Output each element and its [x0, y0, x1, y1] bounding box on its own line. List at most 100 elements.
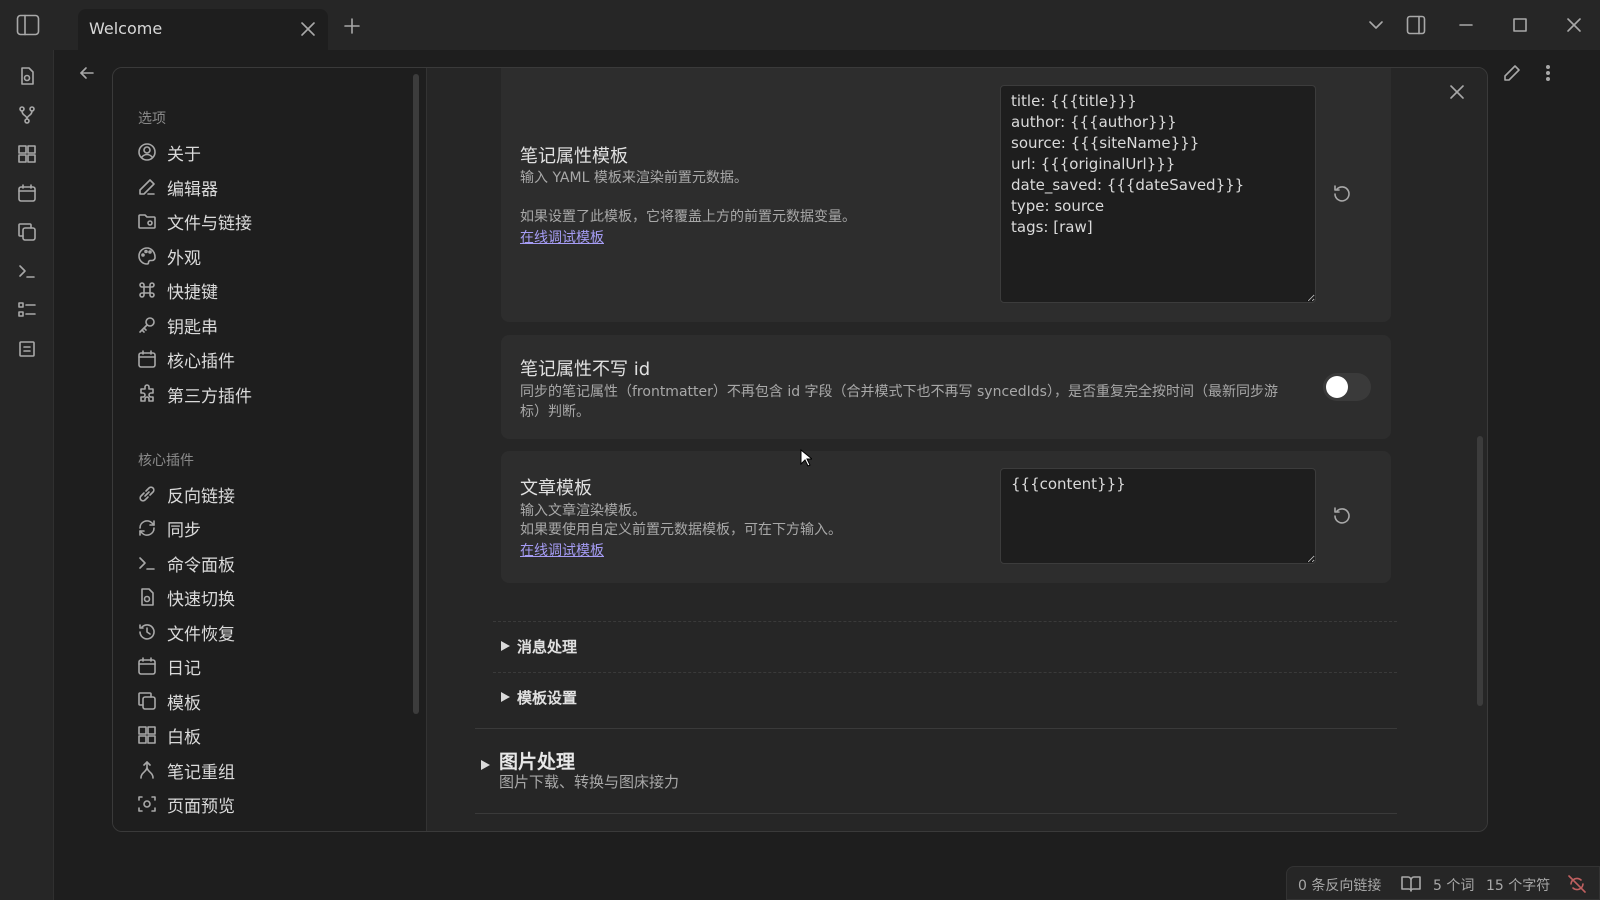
section-image-processing[interactable]: 图片处理 图片下载、转换与图床接力	[475, 728, 1397, 814]
link-icon	[139, 486, 155, 502]
nav-item-keychain[interactable]: 钥匙串	[133, 309, 403, 341]
window-close-icon[interactable]	[1564, 15, 1584, 35]
reset-icon[interactable]	[1331, 505, 1353, 527]
folder-icon	[138, 214, 156, 229]
user-circle-icon	[138, 143, 156, 161]
section-label: 模板设置	[517, 689, 578, 707]
nav-item-label: 文件恢复	[167, 624, 235, 645]
divider	[475, 813, 1397, 814]
sync-icon	[139, 520, 155, 536]
caret-right-icon	[501, 641, 510, 651]
setting-title: 笔记属性模板	[520, 146, 628, 167]
caret-right-icon	[481, 760, 490, 770]
more-options-icon[interactable]	[1538, 63, 1558, 83]
nav-item-file-recovery[interactable]: 文件恢复	[133, 616, 403, 648]
tab-welcome[interactable]: Welcome	[78, 9, 328, 50]
nav-item-canvas[interactable]: 白板	[133, 719, 403, 751]
nav-item-command-palette[interactable]: 命令面板	[133, 547, 403, 579]
status-bar: 0 条反向链接 5 个词 15 个字符	[1286, 866, 1600, 900]
nav-item-label: 命令面板	[167, 555, 235, 576]
setting-description-override: 如果设置了此模板，它将覆盖上方的前置元数据变量。	[520, 209, 856, 225]
history-icon	[139, 624, 155, 640]
nav-item-sync[interactable]: 同步	[133, 512, 403, 544]
nav-item-appearance[interactable]: 外观	[133, 240, 403, 272]
puzzle-icon	[140, 384, 154, 402]
article-template-textarea[interactable]	[1000, 468, 1316, 564]
backlinks-count[interactable]: 0 条反向链接	[1298, 875, 1381, 895]
debug-template-link[interactable]: 在线调试模板	[520, 540, 604, 560]
char-count: 15 个字符	[1486, 878, 1551, 894]
nav-item-label: 快速切换	[167, 589, 235, 610]
plugin-icon[interactable]	[17, 339, 37, 359]
nav-item-label: 反向链接	[167, 486, 235, 507]
daily-note-calendar-icon[interactable]	[17, 183, 37, 203]
section-label: 消息处理	[517, 638, 578, 656]
settings-nav: 选项 关于 编辑器 文件与链接 外观 快捷键 钥匙串 核心插件 第三方插件 核心…	[113, 68, 427, 831]
nav-item-hotkeys[interactable]: 快捷键	[133, 274, 403, 306]
nav-item-files-links[interactable]: 文件与链接	[133, 205, 403, 237]
nav-item-core-plugins[interactable]: 核心插件	[133, 343, 403, 375]
nav-item-page-preview[interactable]: 页面预览	[133, 788, 403, 820]
copy-icon	[138, 692, 156, 710]
nav-item-label: 外观	[167, 248, 201, 269]
setting-description-custom: 如果要使用自定义前置元数据模板，可在下方输入。	[520, 522, 842, 538]
setting-description: 输入文章渲染模板。	[520, 503, 646, 519]
content-scrollbar[interactable]	[1477, 436, 1483, 706]
section-title: 图片处理	[499, 751, 576, 773]
setting-article-template: 文章模板 输入文章渲染模板。 如果要使用自定义前置元数据模板，可在下方输入。 在…	[501, 451, 1391, 583]
no-id-toggle[interactable]	[1323, 373, 1371, 401]
tab-list-chevron-down-icon[interactable]	[1366, 15, 1386, 35]
nav-item-about[interactable]: 关于	[133, 136, 403, 168]
right-sidebar-toggle-icon[interactable]	[1406, 15, 1426, 35]
reading-mode-book-icon[interactable]	[1401, 875, 1421, 893]
command-palette-terminal-icon[interactable]	[17, 261, 37, 281]
graph-view-icon[interactable]	[17, 105, 37, 125]
nav-item-editor[interactable]: 编辑器	[133, 171, 403, 203]
nav-item-label: 第三方插件	[167, 386, 252, 407]
section-description: 图片下载、转换与图床接力	[499, 773, 680, 791]
nav-item-templates[interactable]: 模板	[133, 685, 403, 717]
edit-pencil-icon[interactable]	[1502, 63, 1522, 83]
sidebar-toggle-icon[interactable]	[16, 14, 40, 36]
reset-icon[interactable]	[1331, 183, 1353, 205]
left-ribbon	[0, 50, 54, 900]
nav-item-note-composer[interactable]: 笔记重组	[133, 754, 403, 786]
nav-item-label: 同步	[167, 520, 201, 541]
terminal-icon	[139, 557, 155, 570]
new-tab-icon[interactable]	[343, 17, 361, 35]
back-arrow-icon[interactable]	[78, 64, 96, 82]
debug-template-link[interactable]: 在线调试模板	[520, 227, 604, 247]
list-icon[interactable]	[17, 300, 37, 320]
nav-item-label: 笔记重组	[167, 762, 235, 783]
canvas-grid-icon[interactable]	[17, 144, 37, 164]
nav-item-community-plugins[interactable]: 第三方插件	[133, 378, 403, 410]
section-message-handling[interactable]: 消息处理	[493, 621, 1397, 671]
merge-icon	[140, 761, 154, 779]
minimize-icon[interactable]	[1456, 15, 1476, 35]
nav-item-label: 白板	[167, 727, 201, 748]
setting-title: 笔记属性不写 id	[520, 359, 651, 380]
sync-error-icon[interactable]	[1567, 875, 1587, 893]
nav-item-label: 模板	[167, 693, 201, 714]
nav-scrollbar[interactable]	[413, 74, 419, 714]
section-template-settings[interactable]: 模板设置	[493, 672, 1397, 722]
close-tab-icon[interactable]	[300, 21, 316, 37]
tab-title: Welcome	[89, 19, 163, 38]
maximize-icon[interactable]	[1510, 15, 1530, 35]
word-count: 5 个词	[1433, 878, 1475, 894]
nav-item-label: 文件与链接	[167, 213, 252, 234]
nav-item-quick-switcher[interactable]: 快速切换	[133, 581, 403, 613]
setting-description: 同步的笔记属性（frontmatter）不再包含 id 字段（合并模式下也不再写…	[520, 384, 1278, 420]
templates-copy-icon[interactable]	[17, 222, 37, 242]
quick-switcher-icon[interactable]	[17, 66, 37, 86]
nav-item-label: 关于	[167, 144, 201, 165]
nav-heading-options: 选项	[138, 111, 166, 127]
nav-item-backlinks[interactable]: 反向链接	[133, 478, 403, 510]
nav-item-label: 快捷键	[167, 282, 218, 303]
palette-icon	[138, 247, 156, 265]
frontmatter-template-textarea[interactable]	[1000, 85, 1316, 303]
close-icon[interactable]	[1447, 82, 1467, 102]
file-search-icon	[141, 588, 154, 606]
setting-frontmatter-template: 笔记属性模板 输入 YAML 模板来渲染前置元数据。 如果设置了此模板，它将覆盖…	[501, 68, 1391, 322]
nav-item-daily-notes[interactable]: 日记	[133, 650, 403, 682]
